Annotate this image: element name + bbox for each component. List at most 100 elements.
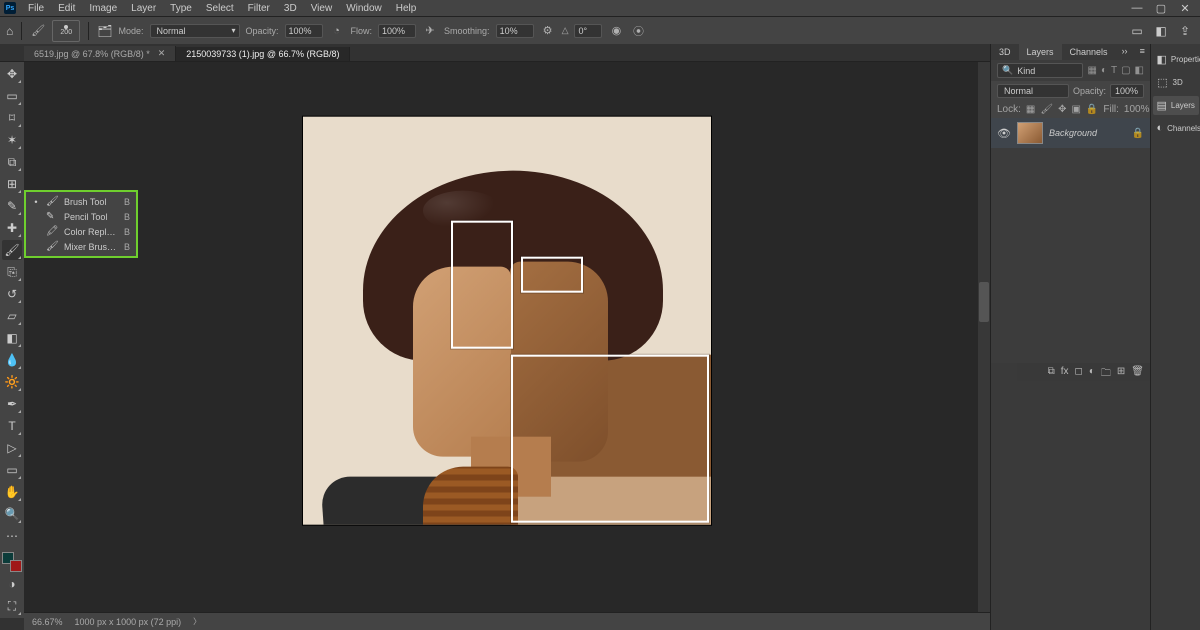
lock-pixels-icon[interactable]: 🖌: [1040, 104, 1053, 115]
panel-collapse-icon[interactable]: ››: [1116, 44, 1134, 60]
workspace-icon[interactable]: ◧: [1152, 22, 1170, 40]
panel-shortcut-layers[interactable]: ▤ Layers: [1153, 96, 1199, 115]
document-info[interactable]: 1000 px x 1000 px (72 ppi): [75, 617, 182, 627]
eyedropper-tool[interactable]: ✎: [2, 196, 22, 216]
artboard[interactable]: [303, 117, 711, 525]
selection-box-quadrant[interactable]: [511, 355, 709, 523]
menu-view[interactable]: View: [305, 2, 339, 15]
menu-layer[interactable]: Layer: [125, 2, 162, 15]
menu-file[interactable]: File: [22, 2, 50, 15]
type-tool[interactable]: T: [2, 416, 22, 436]
panel-menu-icon[interactable]: ≡: [1134, 44, 1151, 60]
blur-tool[interactable]: 💧: [2, 350, 22, 370]
panel-tab-layers[interactable]: Layers: [1019, 44, 1062, 60]
search-icon[interactable]: ▭: [1128, 22, 1146, 40]
menu-edit[interactable]: Edit: [52, 2, 81, 15]
color-swatches[interactable]: [2, 552, 22, 572]
panel-shortcut-channels[interactable]: ◐ Channels: [1153, 119, 1199, 137]
layer-name[interactable]: Background: [1049, 128, 1126, 138]
document-tab-2[interactable]: 2150039733 (1).jpg @ 66.7% (RGB/8): [176, 47, 350, 61]
menu-select[interactable]: Select: [200, 2, 240, 15]
menu-help[interactable]: Help: [390, 2, 423, 15]
flyout-pencil-tool[interactable]: ✎ Pencil Tool B: [26, 209, 136, 224]
add-mask-icon[interactable]: ◻: [1075, 366, 1083, 383]
eraser-tool[interactable]: ▱: [2, 306, 22, 326]
layer-fx-icon[interactable]: fx: [1061, 366, 1069, 383]
lock-artboard-icon[interactable]: ▣: [1071, 104, 1080, 115]
background-color[interactable]: [10, 560, 22, 572]
airbrush-icon[interactable]: ✈: [422, 23, 438, 39]
panel-shortcut-properties[interactable]: ◧ Properties: [1153, 50, 1199, 69]
healing-brush-tool[interactable]: ✚: [2, 218, 22, 238]
filter-pixel-icon[interactable]: ▦: [1087, 65, 1096, 76]
filter-smart-icon[interactable]: ◧: [1135, 65, 1144, 76]
clone-stamp-tool[interactable]: ⎘: [2, 262, 22, 282]
blend-mode-dropdown[interactable]: Normal: [150, 24, 240, 38]
panel-tab-3d[interactable]: 3D: [991, 44, 1019, 60]
flyout-color-replacement-tool[interactable]: 🖍 Color Replacement Tool B: [26, 224, 136, 239]
flyout-brush-tool[interactable]: • 🖌 Brush Tool B: [26, 194, 136, 209]
lock-transparency-icon[interactable]: ▦: [1026, 104, 1035, 115]
pressure-opacity-icon[interactable]: ◔: [329, 23, 345, 39]
layer-fill-input[interactable]: 100%: [1124, 104, 1150, 115]
menu-3d[interactable]: 3D: [278, 2, 303, 15]
lock-all-icon[interactable]: 🔒: [1086, 104, 1098, 115]
path-select-tool[interactable]: ▷: [2, 438, 22, 458]
new-group-icon[interactable]: 🗀: [1101, 366, 1111, 383]
share-icon[interactable]: ⇪: [1176, 22, 1194, 40]
angle-input[interactable]: 0°: [574, 24, 602, 38]
filter-shape-icon[interactable]: ▢: [1121, 65, 1130, 76]
menu-image[interactable]: Image: [83, 2, 123, 15]
brush-size-preview[interactable]: 200: [52, 20, 80, 42]
dodge-tool[interactable]: 🔆: [2, 372, 22, 392]
visibility-toggle-icon[interactable]: 👁: [997, 127, 1011, 140]
zoom-tool[interactable]: 🔍: [2, 504, 22, 524]
chevron-right-icon[interactable]: 〉: [193, 616, 201, 627]
smoothing-gear-icon[interactable]: ⚙: [540, 23, 556, 39]
shape-tool[interactable]: ▭: [2, 460, 22, 480]
move-tool[interactable]: ✥: [2, 64, 22, 84]
menu-filter[interactable]: Filter: [242, 2, 276, 15]
edit-toolbar[interactable]: ⋯: [2, 526, 22, 546]
scrollbar-thumb[interactable]: [979, 282, 989, 322]
filter-adjust-icon[interactable]: ◐: [1101, 65, 1107, 76]
filter-type-icon[interactable]: T: [1111, 65, 1117, 76]
opacity-input[interactable]: 100%: [285, 24, 323, 38]
new-layer-icon[interactable]: ⊞: [1117, 366, 1125, 383]
maximize-button[interactable]: ▢: [1150, 2, 1172, 15]
crop-tool[interactable]: ⧉: [2, 152, 22, 172]
pen-tool[interactable]: ✒: [2, 394, 22, 414]
screenmode-toggle[interactable]: ⛶: [2, 596, 22, 616]
layer-opacity-input[interactable]: 100%: [1110, 84, 1144, 98]
vertical-scrollbar[interactable]: [978, 62, 990, 612]
flow-input[interactable]: 100%: [378, 24, 416, 38]
smoothing-input[interactable]: 10%: [496, 24, 534, 38]
brush-tool[interactable]: 🖌: [2, 240, 22, 260]
layer-filter-dropdown[interactable]: 🔍 Kind: [997, 63, 1083, 78]
close-icon[interactable]: ✕: [158, 48, 166, 59]
layer-thumbnail[interactable]: [1017, 122, 1043, 144]
selection-box-large[interactable]: [451, 221, 513, 349]
canvas-area[interactable]: [24, 62, 990, 612]
quickmask-toggle[interactable]: ◑: [2, 574, 22, 594]
layer-row-background[interactable]: 👁 Background 🔒: [991, 118, 1150, 148]
menu-type[interactable]: Type: [164, 2, 198, 15]
layer-blend-dropdown[interactable]: Normal: [997, 84, 1069, 98]
panel-shortcut-3d[interactable]: ⬚ 3D: [1153, 73, 1199, 92]
gradient-tool[interactable]: ◧: [2, 328, 22, 348]
marquee-tool[interactable]: ▭: [2, 86, 22, 106]
brush-presets-icon[interactable]: 🗂: [97, 24, 112, 38]
minimize-button[interactable]: —: [1126, 2, 1148, 14]
lasso-tool[interactable]: ⌑: [2, 108, 22, 128]
zoom-level[interactable]: 66.67%: [32, 617, 63, 627]
lock-position-icon[interactable]: ✥: [1058, 104, 1066, 115]
flyout-mixer-brush-tool[interactable]: 🖌 Mixer Brush Tool B: [26, 239, 136, 254]
history-brush-tool[interactable]: ↺: [2, 284, 22, 304]
lock-icon[interactable]: 🔒: [1132, 128, 1144, 139]
quick-select-tool[interactable]: ✶: [2, 130, 22, 150]
link-layers-icon[interactable]: ⧉: [1048, 366, 1055, 383]
frame-tool[interactable]: ⊞: [2, 174, 22, 194]
document-tab-1[interactable]: 6519.jpg @ 67.8% (RGB/8) * ✕: [24, 46, 176, 61]
symmetry-icon[interactable]: ⦿: [630, 23, 646, 39]
pressure-size-icon[interactable]: ◉: [608, 23, 624, 39]
